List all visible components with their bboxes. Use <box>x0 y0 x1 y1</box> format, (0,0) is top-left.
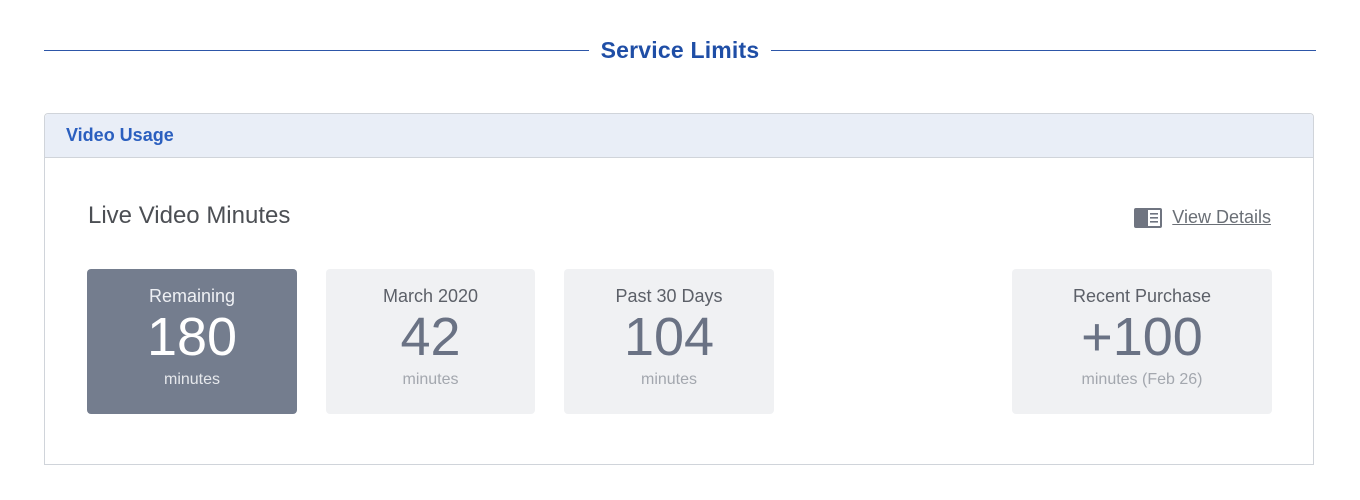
stat-unit: minutes <box>163 371 221 388</box>
stat-unit: minutes (Feb 26) <box>1081 371 1203 388</box>
stat-value: 42 <box>400 307 461 367</box>
view-details-link[interactable]: View Details <box>1134 207 1271 228</box>
stat-label: Past 30 Days <box>615 286 723 306</box>
panel-header: Video Usage <box>45 114 1313 158</box>
view-details-text[interactable]: View Details <box>1172 207 1271 228</box>
title-rule-left <box>44 49 589 51</box>
title-rule-right <box>771 49 1316 51</box>
stat-value: 180 <box>146 307 238 367</box>
panel-header-label: Video Usage <box>66 125 174 145</box>
stat-tile-month: March 2020 42 minutes <box>326 269 535 414</box>
stat-label: Recent Purchase <box>1072 286 1212 306</box>
stat-tile-past-30-days: Past 30 Days 104 minutes <box>564 269 774 414</box>
stat-unit: minutes <box>640 371 698 388</box>
stat-tile-recent-purchase: Recent Purchase +100 minutes (Feb 26) <box>1012 269 1272 414</box>
stat-value: 104 <box>623 307 715 367</box>
card-title: Live Video Minutes <box>88 202 291 229</box>
stat-label: Remaining <box>148 286 236 306</box>
stat-tile-remaining: Remaining 180 minutes <box>87 269 297 414</box>
stat-value: +100 <box>1081 307 1203 367</box>
service-limits-page: Service Limits Video Usage Live Video Mi… <box>0 0 1360 500</box>
video-usage-panel: Video Usage Live Video Minutes View Deta… <box>44 113 1314 465</box>
stat-label: March 2020 <box>382 286 479 306</box>
book-icon <box>1134 207 1163 228</box>
stat-unit: minutes <box>402 371 459 388</box>
section-title-bar: Service Limits <box>44 30 1316 70</box>
page-title: Service Limits <box>600 36 760 63</box>
